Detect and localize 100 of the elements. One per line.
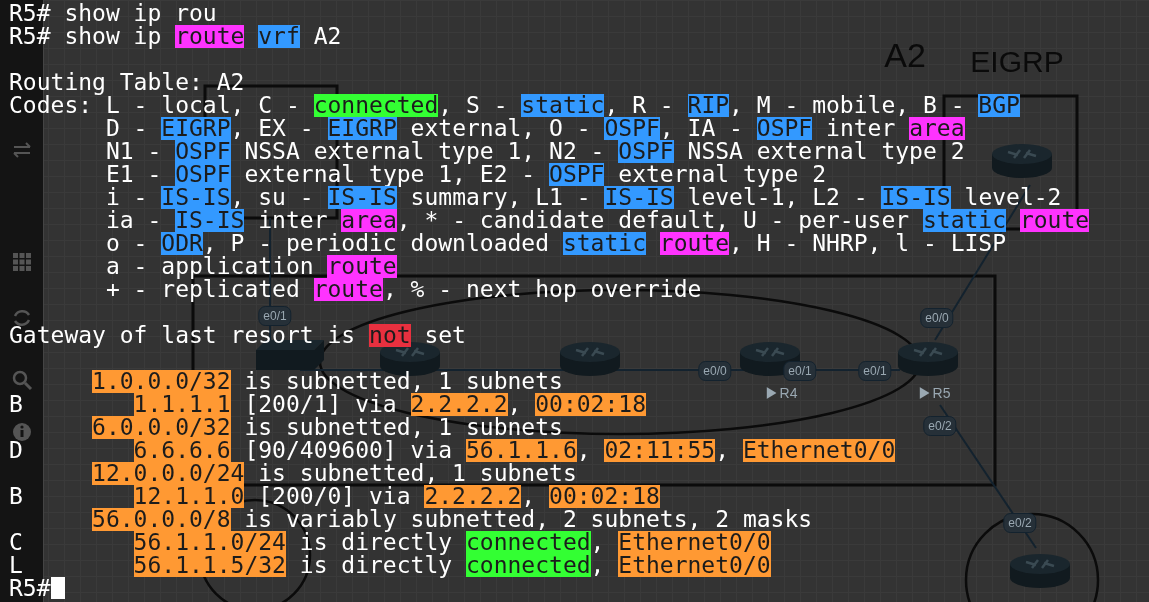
terminal-text: R5# show ip rou bbox=[9, 2, 217, 25]
highlighted-text: connected bbox=[313, 94, 439, 117]
play-icon[interactable] bbox=[766, 387, 777, 399]
info-icon[interactable] bbox=[13, 423, 31, 441]
highlighted-text: Ethernet0/0 bbox=[742, 439, 896, 462]
router-icon[interactable] bbox=[898, 342, 958, 376]
port-label: e0/2 bbox=[923, 416, 957, 436]
terminal-text: N1 - bbox=[105, 140, 163, 163]
highlighted-text: static bbox=[521, 94, 605, 117]
search-icon[interactable] bbox=[12, 370, 33, 391]
terminal-text: + - replicated bbox=[105, 278, 300, 301]
terminal-text: A2 bbox=[312, 25, 342, 48]
terminal-text: external type 2 bbox=[617, 163, 826, 186]
router-label: R4 bbox=[779, 386, 798, 400]
highlighted-text: OSPF bbox=[175, 163, 231, 186]
terminal-text: o - bbox=[105, 232, 149, 255]
terminal-text: , % - next hop override bbox=[382, 278, 702, 301]
terminal-text: C bbox=[9, 531, 24, 554]
play-icon[interactable] bbox=[919, 387, 930, 399]
highlighted-text: 1.0.0.0/32 bbox=[92, 370, 231, 393]
terminal-text: [200/0] via bbox=[257, 485, 411, 508]
terminal-text: , R - bbox=[604, 94, 675, 117]
highlighted-text: OSPF bbox=[604, 117, 660, 140]
highlighted-text: connected bbox=[465, 531, 591, 554]
terminal-text: set bbox=[423, 324, 466, 347]
terminal-text: level-1, L2 - bbox=[686, 186, 869, 209]
terminal-text: , bbox=[507, 393, 523, 416]
terminal-text: L bbox=[9, 554, 24, 577]
highlighted-text: 02:11:55 bbox=[604, 439, 716, 462]
terminal-text: is variably subnetted, 2 subnets, 2 masks bbox=[243, 508, 813, 531]
highlighted-text: static bbox=[562, 232, 646, 255]
terminal-text: level-2 bbox=[963, 186, 1062, 209]
highlighted-text: IS-IS bbox=[327, 186, 397, 209]
highlighted-text: Ethernet0/0 bbox=[618, 531, 771, 554]
terminal-text: , * - candidate default, U - per-user bbox=[396, 209, 911, 232]
highlighted-text: 6.0.0.0/32 bbox=[92, 416, 231, 439]
highlighted-text: 56.0.0.0/8 bbox=[92, 508, 231, 531]
terminal-text: is directly bbox=[299, 531, 453, 554]
highlighted-text: 2.2.2.2 bbox=[410, 393, 508, 416]
highlighted-text: area bbox=[341, 209, 397, 232]
highlighted-text: IS-IS bbox=[161, 186, 231, 209]
terminal-text: [90/409600] via bbox=[243, 439, 454, 462]
grid-icon[interactable] bbox=[13, 253, 31, 271]
terminal-text: summary, L1 - bbox=[410, 186, 592, 209]
terminal-text: R5# bbox=[9, 577, 51, 600]
router-icon[interactable] bbox=[560, 342, 620, 376]
terminal-text: Codes: L - local, C - bbox=[9, 94, 301, 117]
highlighted-text: EIGRP bbox=[327, 117, 397, 140]
terminal-text: B bbox=[9, 485, 24, 508]
highlighted-text: vrf bbox=[258, 25, 300, 48]
highlighted-text: 12.0.0.0/24 bbox=[92, 462, 245, 485]
terminal-text: Gateway of last resort is bbox=[9, 324, 357, 347]
terminal-text: ia - bbox=[105, 209, 162, 232]
highlighted-text: 2.2.2.2 bbox=[424, 485, 522, 508]
terminal-text: a - application bbox=[105, 255, 314, 278]
highlighted-text: RIP bbox=[687, 94, 730, 117]
highlighted-text: route bbox=[1019, 209, 1090, 232]
highlighted-text: route bbox=[175, 25, 245, 48]
highlighted-text: BGP bbox=[978, 94, 1020, 117]
terminal-text: , bbox=[590, 554, 606, 577]
highlighted-text: OSPF bbox=[618, 140, 674, 163]
highlighted-text: route bbox=[313, 278, 383, 301]
highlighted-text: connected bbox=[465, 554, 591, 577]
highlighted-text: OSPF bbox=[175, 140, 231, 163]
highlighted-text: 6.6.6.6 bbox=[133, 439, 231, 462]
terminal-text: , IA - bbox=[659, 117, 744, 140]
highlighted-text: 12.1.1.0 bbox=[133, 485, 245, 508]
highlighted-text: ODR bbox=[161, 232, 203, 255]
terminal-text: B bbox=[9, 393, 24, 416]
highlighted-text: EIGRP bbox=[161, 117, 231, 140]
terminal-text: , bbox=[715, 439, 731, 462]
terminal-text: [200/1] via bbox=[243, 393, 397, 416]
terminal-text: , M - mobile, B - bbox=[729, 94, 966, 117]
port-label: e0/1 bbox=[858, 361, 892, 381]
terminal-text: Routing Table: A2 bbox=[9, 71, 245, 94]
terminal-text: D bbox=[9, 439, 24, 462]
highlighted-text: 1.1.1.1 bbox=[133, 393, 231, 416]
terminal-text: inter bbox=[826, 117, 896, 140]
terminal-text: NSSA external type 2 bbox=[686, 140, 965, 163]
terminal-text: inter bbox=[257, 209, 329, 232]
port-label: e0/2 bbox=[1003, 513, 1037, 533]
terminal-text: , H - NHRP, l - LISP bbox=[729, 232, 1007, 255]
highlighted-text: static bbox=[922, 209, 1007, 232]
terminal-text: external, O - bbox=[409, 117, 592, 140]
text-cursor bbox=[50, 577, 65, 599]
highlighted-text: OSPF bbox=[756, 117, 813, 140]
highlighted-text: IS-IS bbox=[175, 209, 245, 232]
router-icon[interactable] bbox=[1010, 554, 1070, 588]
terminal-text: is subnetted, 1 subnets bbox=[258, 462, 577, 485]
highlighted-text: IS-IS bbox=[881, 186, 951, 209]
highlighted-text: 00:02:18 bbox=[549, 485, 660, 508]
router-icon[interactable] bbox=[992, 144, 1052, 178]
arrows-icon[interactable] bbox=[13, 142, 31, 158]
highlighted-text: area bbox=[909, 117, 965, 140]
terminal-text: , bbox=[590, 531, 605, 554]
router-label: R5 bbox=[932, 386, 951, 400]
highlighted-text: IS-IS bbox=[604, 186, 674, 209]
refresh-icon[interactable] bbox=[13, 310, 31, 326]
terminal-text: is subnetted, 1 subnets bbox=[243, 370, 563, 393]
terminal-text: , bbox=[521, 485, 537, 508]
